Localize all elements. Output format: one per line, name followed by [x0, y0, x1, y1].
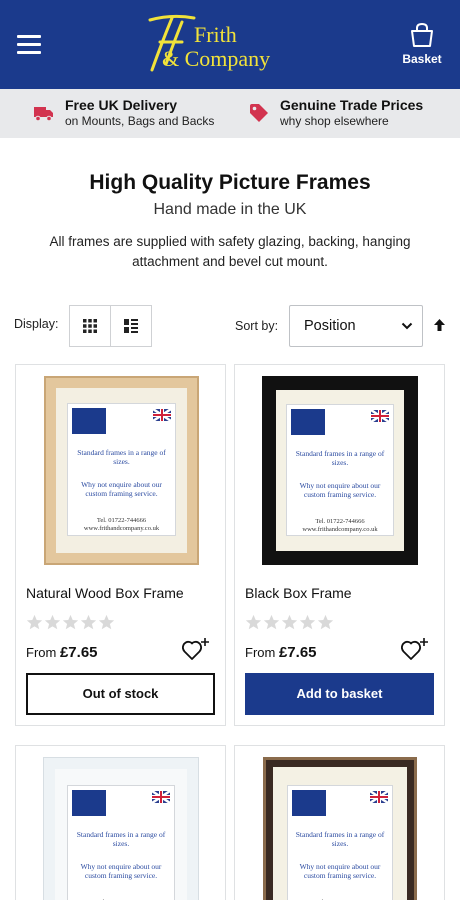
sort-select[interactable]: Position [289, 305, 423, 347]
sort-selected-value: Position [304, 318, 356, 334]
product-image[interactable]: Standard frames in a range of sizes. Why… [263, 757, 417, 900]
frame-insert-card: Standard frames in a range of sizes. Why… [67, 403, 176, 536]
logo-text-line2: & Company [162, 46, 271, 71]
add-to-wishlist-icon[interactable] [182, 637, 210, 663]
uk-flag-icon [153, 409, 171, 421]
page-subtitle: Hand made in the UK [153, 201, 307, 218]
product-price: From £7.65 [26, 644, 98, 661]
rating-stars [245, 614, 335, 632]
add-to-wishlist-icon[interactable] [401, 637, 429, 663]
view-mode-toggle [69, 305, 152, 347]
product-image[interactable]: Standard frames in a range of sizes. Why… [43, 757, 199, 900]
logo-text-line1: Frith [194, 22, 237, 47]
usp-trade-title: Genuine Trade Prices [280, 97, 424, 113]
star-icon [281, 614, 298, 630]
uk-flag-icon [152, 791, 170, 803]
product-image[interactable]: Standard frames in a range of sizes. Why… [262, 376, 418, 565]
insert-logo [72, 408, 106, 434]
usp-delivery-title: Free UK Delivery [65, 97, 178, 113]
product-card: Standard frames in a range of sizes. Why… [15, 364, 226, 726]
star-icon [26, 614, 43, 630]
chevron-down-icon [401, 322, 413, 330]
truck-icon [34, 107, 53, 122]
insert-text-contact: Tel. 01722-744666 www.frithandcompany.co… [83, 517, 160, 532]
out-of-stock-button[interactable]: Out of stock [26, 673, 215, 715]
insert-text-standard: Standard frames in a range of sizes. [77, 448, 166, 466]
insert-text-enquire: Why not enquire about our custom framing… [80, 862, 162, 880]
insert-text-enquire: Why not enquire about our custom framing… [81, 480, 162, 498]
product-name[interactable]: Black Box Frame [245, 585, 352, 601]
insert-text-enquire: Why not enquire about our custom framing… [299, 481, 381, 499]
star-icon [299, 614, 316, 630]
star-icon [245, 614, 262, 630]
usp-trade-subtitle: why shop elsewhere [280, 114, 389, 128]
site-logo[interactable]: Frith & Company [142, 12, 318, 74]
page-title: High Quality Picture Frames [89, 171, 371, 194]
star-icon [62, 614, 79, 630]
basket-button[interactable]: Basket [398, 22, 446, 68]
basket-icon [411, 22, 433, 47]
insert-text-standard: Standard frames in a range of sizes. [295, 449, 385, 467]
sort-direction-icon[interactable] [433, 318, 446, 332]
star-icon [80, 614, 97, 630]
uk-flag-icon [371, 410, 389, 422]
usp-bar: Free UK Delivery on Mounts, Bags and Bac… [0, 89, 460, 138]
product-card: Standard frames in a range of sizes. Why… [234, 745, 445, 900]
frame-insert-card: Standard frames in a range of sizes. Why… [67, 785, 175, 900]
rating-stars [26, 614, 116, 632]
star-icon [44, 614, 61, 630]
price-value: £7.65 [278, 644, 317, 661]
display-label: Display: [14, 317, 59, 331]
price-prefix: From [26, 645, 57, 660]
insert-logo [72, 790, 106, 816]
tag-icon [250, 104, 268, 122]
site-header: Frith & Company Basket [0, 0, 460, 89]
price-value: £7.65 [59, 644, 98, 661]
insert-text-contact: Tel. 01722-744666 www.frithandcompany.co… [302, 518, 378, 533]
star-icon [263, 614, 280, 630]
uk-flag-icon [370, 791, 388, 803]
grid-view-icon [83, 319, 97, 333]
product-card: Standard frames in a range of sizes. Why… [234, 364, 445, 726]
page-description: All frames are supplied with safety glaz… [49, 234, 411, 269]
insert-text-standard: Standard frames in a range of sizes. [295, 830, 385, 848]
insert-logo [292, 790, 326, 816]
frame-insert-card: Standard frames in a range of sizes. Why… [286, 404, 394, 536]
usp-delivery-subtitle: on Mounts, Bags and Backs [65, 114, 215, 128]
add-to-basket-button[interactable]: Add to basket [245, 673, 434, 715]
product-image[interactable]: Standard frames in a range of sizes. Why… [44, 376, 199, 565]
list-view-button[interactable] [111, 306, 152, 346]
frame-insert-card: Standard frames in a range of sizes. Why… [287, 785, 393, 900]
star-icon [98, 614, 115, 630]
sort-label: Sort by: [235, 319, 279, 333]
list-view-icon [124, 319, 138, 333]
menu-icon[interactable] [17, 35, 41, 54]
grid-view-button[interactable] [70, 306, 111, 346]
insert-text-standard: Standard frames in a range of sizes. [76, 830, 166, 848]
star-icon [317, 614, 334, 630]
product-name[interactable]: Natural Wood Box Frame [26, 585, 184, 601]
price-prefix: From [245, 645, 276, 660]
insert-text-enquire: Why not enquire about our custom framing… [299, 862, 381, 880]
product-card: Standard frames in a range of sizes. Why… [15, 745, 226, 900]
basket-label: Basket [402, 52, 442, 66]
product-price: From £7.65 [245, 644, 317, 661]
insert-logo [291, 409, 325, 435]
